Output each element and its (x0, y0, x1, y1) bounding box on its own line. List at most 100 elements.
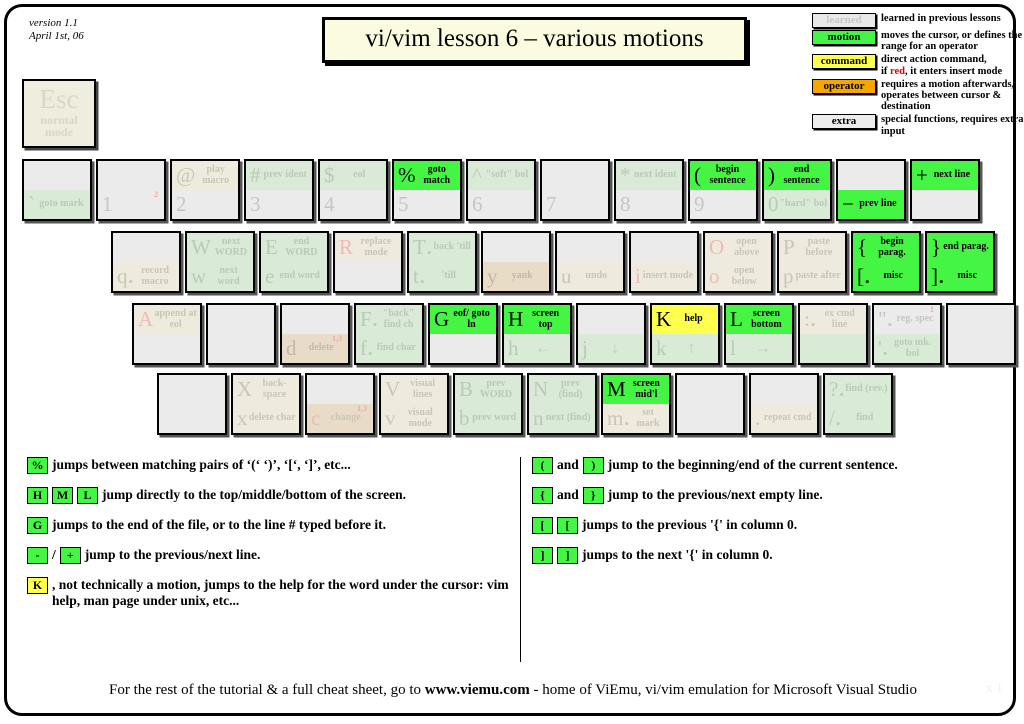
key-f-top-glyph: F (360, 307, 372, 331)
key-comma[interactable] (675, 373, 745, 435)
key-period[interactable]: . repeat cmd (749, 373, 819, 435)
key-1[interactable]: 12 (96, 159, 166, 221)
key-x[interactable]: Xback- space x delete char (231, 373, 301, 435)
explanation-text: jumps to the next '{' in column 0. (582, 547, 773, 562)
explanation-line: H M Ljump directly to the top/middle/botto… (27, 487, 517, 504)
key-d-bottom-label: delete (308, 342, 334, 354)
key-q-bottom-glyph: q (117, 264, 128, 288)
key-8-top-glyph: * (620, 163, 631, 187)
explanations-left-column: % jumps between matching pairs of ‘(‘ ‘)’… (27, 457, 517, 622)
key-j[interactable]: j ↓ (576, 303, 646, 365)
key-t[interactable]: T • back 'till t •'till (407, 231, 477, 293)
key-o-bottom-half: o open below (705, 262, 771, 291)
key-backtick-bottom-glyph: ` (28, 192, 35, 216)
key-f-top-label: "back" find ch (382, 308, 415, 330)
key-6[interactable]: ^ "soft" bol 6 (466, 159, 536, 221)
key-backtick-bottom-label: goto mark (39, 198, 84, 210)
key-quote[interactable]: " • reg. spec 1 ' • goto mk. bol (872, 303, 942, 365)
key-o[interactable]: Oopen above o open below (703, 231, 773, 293)
key-m-bottom-label: set mark (636, 407, 660, 429)
key-m-top-glyph: M (607, 377, 626, 401)
key-9-bottom-half: 9 (690, 190, 756, 219)
key-v[interactable]: Vvisual lines v visual mode (379, 373, 449, 435)
explanation-line: [[jumps to the previous '{' in column 0. (532, 517, 1012, 534)
key-l-bottom-half: l → (726, 334, 792, 363)
explanation-line: ]] jumps to the next '{' in column 0. (532, 547, 1012, 564)
key-minus[interactable]: − prev line (836, 159, 906, 221)
key-d[interactable]: d delete 1,3 (280, 303, 350, 365)
key-m[interactable]: Mscreen mid'l m • set mark (601, 373, 671, 435)
key-r[interactable]: Rreplace mode (333, 231, 403, 293)
key-semicolon[interactable]: : • ex cmd line (798, 303, 868, 365)
key-2[interactable]: @ play macro 2 (170, 159, 240, 221)
key-u[interactable]: u undo (555, 231, 625, 293)
key-9-top-half: (begin sentence (690, 161, 756, 190)
key-h[interactable]: Hscreen top h ← (502, 303, 572, 365)
key-s-top-half (208, 305, 274, 334)
explanation-connector: and (557, 487, 579, 502)
key-plus[interactable]: + next line (910, 159, 980, 221)
key-l-bottom-label: → (754, 338, 772, 358)
key-rbracket[interactable]: } end parag.] • misc (925, 231, 995, 293)
key-w[interactable]: Wnext WORD w next word (185, 231, 255, 293)
key-backtick[interactable]: ` goto mark (22, 159, 92, 221)
key-quote-top-superscript: 1 (930, 305, 934, 314)
key-k[interactable]: Khelp k ↑ (650, 303, 720, 365)
key-0[interactable]: ) end sentence 0 "hard" bol (762, 159, 832, 221)
key-4-top-label: eol (353, 169, 366, 181)
key-plus-top-label: next line (933, 169, 971, 181)
key-p[interactable]: Ppaste before p paste after (777, 231, 847, 293)
key-8[interactable]: * next ident 8 (614, 159, 684, 221)
key-5-bottom-glyph: 5 (398, 192, 409, 216)
key-e-bottom-glyph: e (265, 264, 275, 288)
key-v-top-glyph: V (385, 377, 401, 401)
key-g[interactable]: Geof/ goto ln (428, 303, 498, 365)
key-b[interactable]: Bprev WORD b prev word (453, 373, 523, 435)
key-shift[interactable] (157, 373, 227, 435)
key-shift-top-half (159, 375, 225, 404)
key-i-top-half (631, 233, 697, 262)
key-0-bottom-half: 0 "hard" bol (764, 190, 830, 219)
key-7-top-half (542, 161, 608, 190)
key-slash[interactable]: ? • find (rev.) / • find (823, 373, 893, 435)
key-shift-bottom-half (159, 404, 225, 433)
key-j-bottom-half: j ↓ (578, 334, 644, 363)
key-m-top-half: Mscreen mid'l (603, 375, 669, 404)
key-enter-bottom-half (948, 334, 1014, 363)
key-l[interactable]: Lscreen bottom l → (724, 303, 794, 365)
key-3[interactable]: # prev ident 3 (244, 159, 314, 221)
key-c[interactable]: c change 1,3 (305, 373, 375, 435)
key-y-bottom-half: y yank (483, 262, 549, 291)
key-p-bottom-label: paste after (795, 270, 841, 282)
key-f-bottom-label: find char (376, 342, 416, 354)
key-q[interactable]: q • record macro (111, 231, 181, 293)
key-s[interactable] (206, 303, 276, 365)
key-a[interactable]: Aappend at eol (132, 303, 202, 365)
key-5-bottom-half: 5 (394, 190, 460, 219)
key-lbracket[interactable]: {begin parag. [• misc (851, 231, 921, 293)
key-k-bottom-label: ↑ (687, 338, 696, 358)
key-n[interactable]: Nprev (find) n next (find) (527, 373, 597, 435)
key-5[interactable]: % goto match 5 (392, 159, 462, 221)
key-b-bottom-half: b prev word (455, 404, 521, 433)
key-semicolon-top-label: ex cmd line (824, 308, 855, 330)
key-y[interactable]: y yank (481, 231, 551, 293)
key-lbracket-top-half: {begin parag. (853, 233, 919, 262)
explanation-key-chip: ] (557, 547, 578, 564)
key-lbracket-bottom-half: [• misc (853, 262, 919, 291)
key-9[interactable]: (begin sentence 9 (688, 159, 758, 221)
key-4[interactable]: $ eol 4 (318, 159, 388, 221)
key-4-bottom-glyph: 4 (324, 192, 335, 216)
footer-site-link[interactable]: www.viemu.com (425, 682, 530, 698)
key-k-bottom-glyph: k (656, 336, 667, 360)
key-7[interactable]: 7 (540, 159, 610, 221)
key-rbracket-top-label: end parag. (943, 241, 989, 253)
key-enter[interactable] (946, 303, 1016, 365)
key-rbracket-bottom-label: misc (957, 270, 977, 282)
key-e[interactable]: Eend WORD e end word (259, 231, 329, 293)
key-i[interactable]: i insert mode (629, 231, 699, 293)
key-f[interactable]: F • "back" find ch f • find char (354, 303, 424, 365)
key-w-top-glyph: W (191, 235, 211, 259)
key-y-bottom-label: yank (511, 270, 533, 282)
key-slash-top-label: find (rev.) (845, 383, 888, 395)
